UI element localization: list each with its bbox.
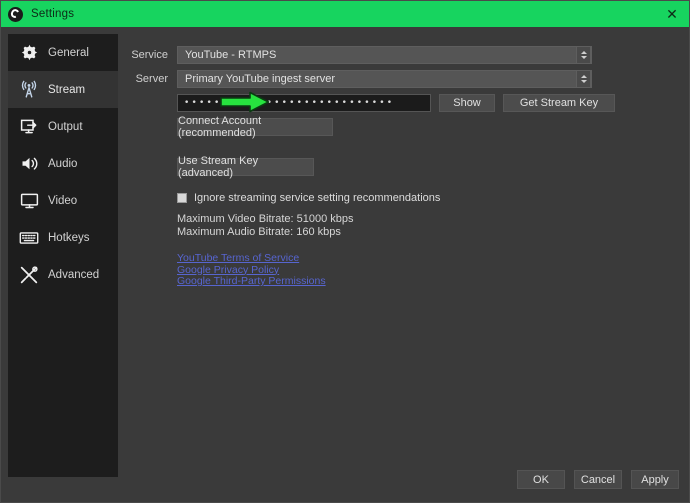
get-stream-key-button[interactable]: Get Stream Key (503, 94, 615, 112)
sidebar-item-label: Video (48, 194, 78, 207)
ok-button[interactable]: OK (517, 470, 565, 489)
antenna-icon (16, 77, 42, 103)
sidebar-item-hotkeys[interactable]: Hotkeys (8, 219, 118, 256)
sidebar-item-stream[interactable]: Stream (8, 71, 118, 108)
link-youtube-terms[interactable]: YouTube Terms of Service (177, 252, 299, 265)
sidebar-item-label: Stream (48, 83, 86, 96)
titlebar: Settings ✕ (1, 1, 689, 27)
server-row: Server Primary YouTube ingest server (126, 70, 684, 88)
sidebar-item-advanced[interactable]: Advanced (8, 256, 118, 293)
stream-key-row: •••••••••••••••••••••••••••• Show Get St… (126, 94, 684, 112)
link-google-third-party[interactable]: Google Third-Party Permissions (177, 275, 326, 288)
obs-logo-icon (8, 6, 23, 22)
max-video-bitrate: Maximum Video Bitrate: 51000 kbps (177, 213, 354, 225)
sidebar-item-label: Output (48, 120, 83, 133)
service-label: Service (131, 49, 168, 61)
window-title: Settings (31, 8, 75, 20)
stream-key-value: •••••••••••••••••••••••••••• (184, 98, 395, 108)
tools-icon (16, 262, 42, 288)
speaker-icon (16, 151, 42, 177)
sidebar-item-label: General (48, 46, 89, 59)
show-button[interactable]: Show (439, 94, 495, 112)
connect-account-button[interactable]: Connect Account (recommended) (177, 115, 333, 139)
server-value: Primary YouTube ingest server (185, 73, 335, 85)
settings-sidebar: General Stream Output Audio Video Hotkey… (8, 34, 118, 477)
service-value: YouTube - RTMPS (185, 49, 277, 61)
service-spinner[interactable] (576, 46, 591, 64)
cancel-button[interactable]: Cancel (574, 470, 622, 489)
sidebar-item-general[interactable]: General (8, 34, 118, 71)
server-spinner[interactable] (576, 70, 591, 88)
apply-button[interactable]: Apply (631, 470, 679, 489)
sidebar-item-output[interactable]: Output (8, 108, 118, 145)
sidebar-item-label: Audio (48, 157, 78, 170)
sidebar-item-label: Hotkeys (48, 231, 90, 244)
ignore-recommendations-checkbox[interactable] (177, 193, 187, 203)
server-label: Server (135, 73, 168, 85)
recommendations-block: Ignore streaming service setting recomme… (177, 192, 684, 288)
max-audio-bitrate: Maximum Audio Bitrate: 160 kbps (177, 226, 341, 238)
gear-icon (16, 40, 42, 66)
sidebar-item-video[interactable]: Video (8, 182, 118, 219)
sidebar-item-audio[interactable]: Audio (8, 145, 118, 182)
dialog-footer: OK Cancel Apply (1, 462, 689, 502)
use-stream-key-row: Use Stream Key (advanced) (126, 155, 684, 179)
settings-window: Settings ✕ General Stream Output Audio V… (0, 0, 690, 503)
service-select[interactable]: YouTube - RTMPS (177, 46, 592, 64)
sidebar-item-label: Advanced (48, 268, 100, 281)
use-stream-key-button[interactable]: Use Stream Key (advanced) (177, 155, 314, 179)
output-icon (16, 114, 42, 140)
keyboard-icon (16, 225, 42, 251)
connect-account-row: Connect Account (recommended) (126, 115, 684, 139)
stream-key-input[interactable]: •••••••••••••••••••••••••••• (177, 94, 431, 112)
ignore-recommendations-label: Ignore streaming service setting recomme… (194, 192, 441, 204)
close-icon[interactable]: ✕ (653, 1, 689, 27)
ignore-recommendations-row[interactable]: Ignore streaming service setting recomme… (177, 192, 684, 204)
monitor-icon (16, 188, 42, 214)
service-links: YouTube Terms of Service Google Privacy … (177, 252, 684, 288)
stream-settings-panel: Service YouTube - RTMPS Server Primary Y… (126, 34, 684, 464)
server-select[interactable]: Primary YouTube ingest server (177, 70, 592, 88)
service-row: Service YouTube - RTMPS (126, 46, 684, 64)
